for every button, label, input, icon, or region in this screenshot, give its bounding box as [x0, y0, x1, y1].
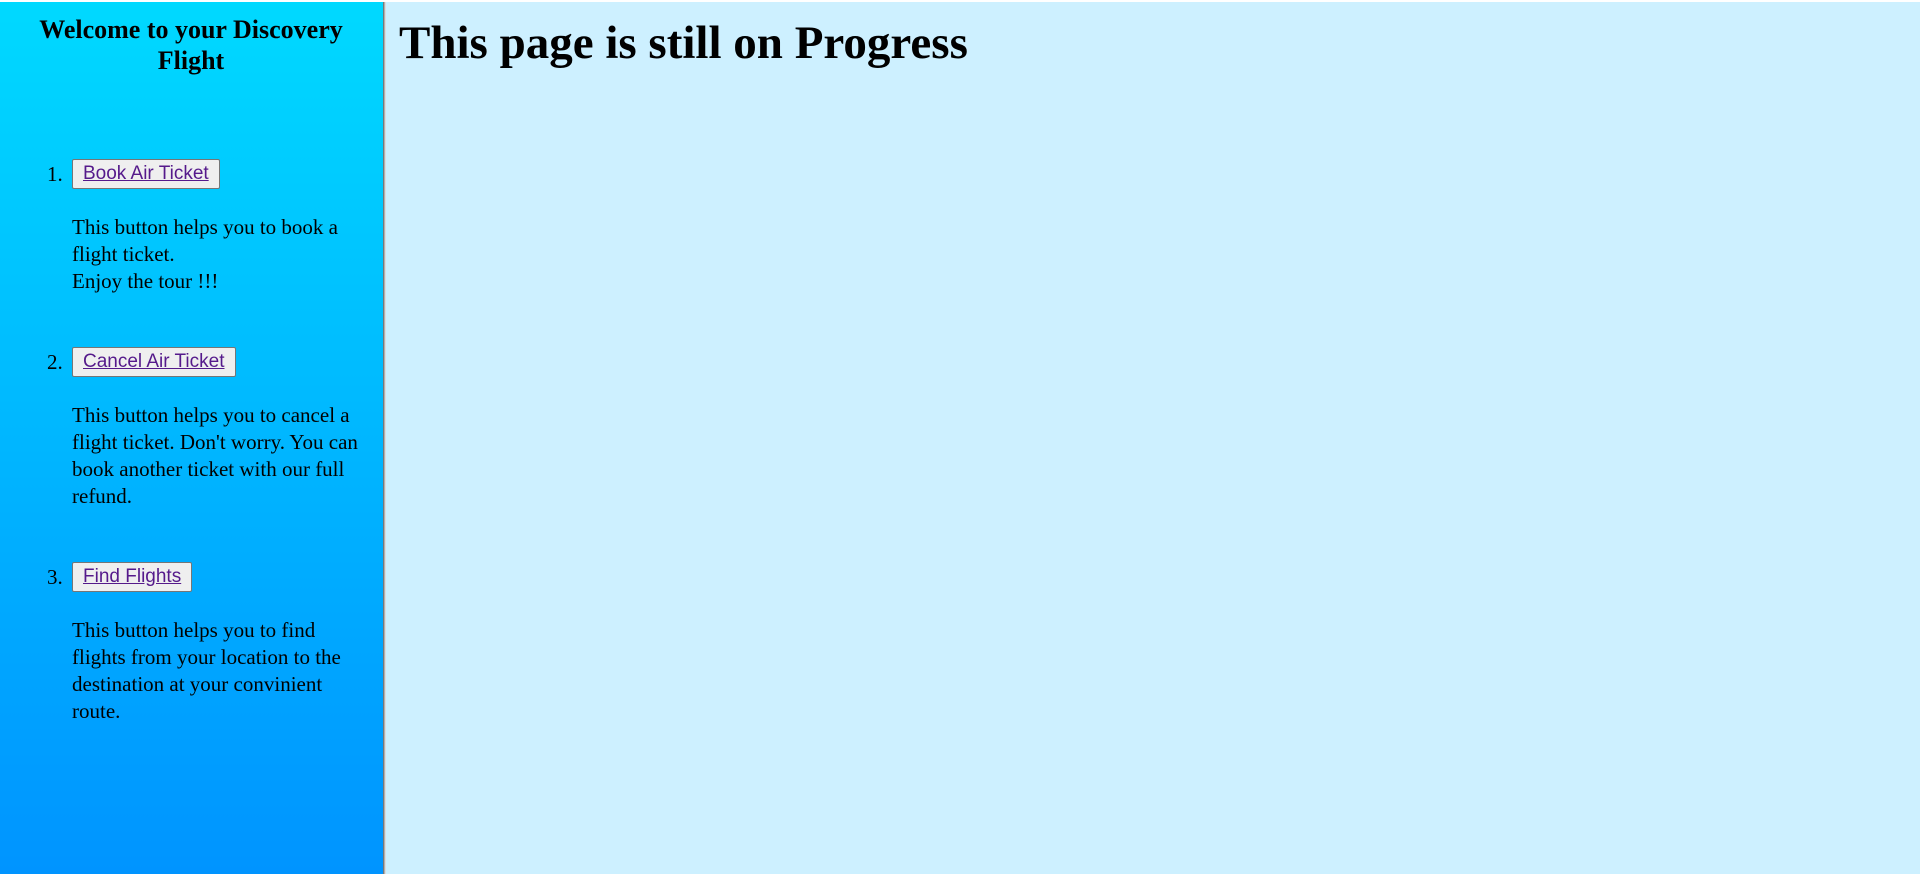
cancel-air-ticket-button[interactable]: Cancel Air Ticket: [72, 347, 236, 377]
item-description-book: This button helps you to book a flight t…: [72, 215, 338, 293]
item-description-cancel: This button helps you to cancel a flight…: [72, 403, 358, 508]
sidebar-heading: Welcome to your Discovery Flight: [39, 15, 343, 75]
main-frame: This page is still on Progress: [386, 2, 1920, 874]
item-description-find: This button helps you to find flights fr…: [72, 618, 341, 723]
sidebar-frame: Welcome to your Discovery Flight 1. Book…: [0, 2, 383, 874]
item-number: 3.: [47, 565, 63, 589]
find-flights-button[interactable]: Find Flights: [72, 562, 193, 592]
item-number: 2.: [47, 350, 63, 374]
frameset: Welcome to your Discovery Flight 1. Book…: [0, 2, 1920, 874]
page-title: This page is still on Progress: [399, 17, 968, 69]
book-air-ticket-button[interactable]: Book Air Ticket: [72, 159, 220, 189]
item-number: 1.: [47, 162, 63, 186]
